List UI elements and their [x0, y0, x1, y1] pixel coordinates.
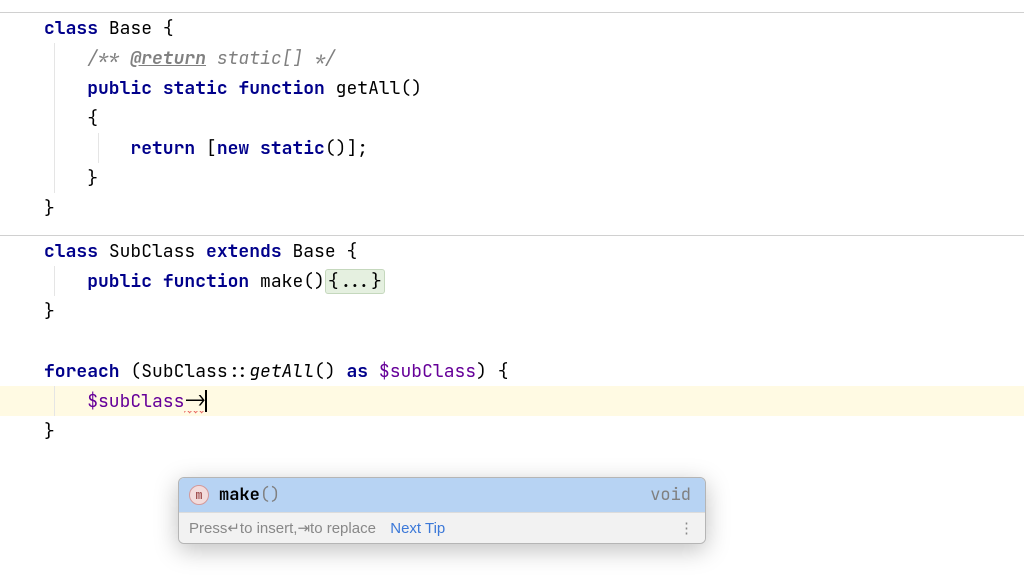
- paren: ) {: [476, 360, 508, 383]
- keyword: return: [130, 137, 195, 160]
- completion-footer: Press ↵ to insert, ⇥ to replace Next Tip…: [179, 512, 705, 543]
- code-fold[interactable]: {...}: [325, 269, 385, 294]
- doc-tag: @return: [130, 47, 206, 70]
- code-editor[interactable]: class Base { /** @return static[] */ pub…: [0, 12, 1024, 446]
- scope-op: ::: [228, 360, 250, 383]
- completion-name: make: [219, 484, 260, 506]
- completion-type: void: [650, 484, 691, 506]
- brace: }: [44, 300, 55, 323]
- function-name: getAll: [336, 77, 401, 100]
- method-call: getAll: [249, 360, 314, 383]
- keyword: class: [44, 17, 98, 40]
- indent: [44, 167, 87, 190]
- indent: [44, 137, 130, 160]
- keyword: public: [87, 77, 152, 100]
- enter-key-icon: ↵: [227, 519, 240, 537]
- code-line[interactable]: return [new static()];: [0, 133, 1024, 163]
- indent: [44, 270, 87, 293]
- footer-text: to replace: [310, 520, 376, 537]
- indent: [44, 107, 87, 130]
- next-tip-link[interactable]: Next Tip: [390, 520, 445, 537]
- code-line[interactable]: class SubClass extends Base {: [0, 236, 1024, 266]
- footer-text: Press: [189, 520, 227, 537]
- text: [98, 17, 109, 40]
- keyword: new: [217, 137, 249, 160]
- method-icon: m: [189, 485, 209, 505]
- code-line[interactable]: foreach (SubClass::getAll() as $subClass…: [0, 356, 1024, 386]
- brace: }: [87, 167, 98, 190]
- code-text: ()];: [325, 137, 368, 160]
- code-line[interactable]: }: [0, 416, 1024, 446]
- keyword: function: [238, 77, 324, 100]
- keyword: extends: [206, 240, 282, 263]
- doc-comment: /**: [87, 47, 130, 70]
- class-name: Base: [109, 17, 152, 40]
- parens: (): [400, 77, 422, 100]
- code-line[interactable]: }: [0, 163, 1024, 193]
- indent: [44, 47, 87, 70]
- keyword: as: [346, 360, 368, 383]
- brace: }: [44, 420, 55, 443]
- text-caret: [205, 390, 207, 412]
- paren: (: [120, 360, 142, 383]
- code-line[interactable]: public static function getAll(): [0, 73, 1024, 103]
- bracket: [: [195, 137, 217, 160]
- code-line[interactable]: public function make(){...}: [0, 266, 1024, 296]
- tab-key-icon: ⇥: [297, 519, 310, 537]
- code-line[interactable]: {: [0, 103, 1024, 133]
- arrow-op: ->: [184, 389, 206, 414]
- code-line-active[interactable]: $subClass->: [0, 386, 1024, 416]
- keyword: static: [260, 137, 325, 160]
- parens: (): [314, 360, 336, 383]
- completion-item[interactable]: m make() void: [179, 478, 705, 512]
- keyword: public: [87, 270, 152, 293]
- more-icon[interactable]: ⋮: [679, 519, 695, 537]
- class-name: Base: [292, 240, 335, 263]
- variable: $subClass: [379, 360, 476, 383]
- class-name: SubClass: [109, 240, 195, 263]
- completion-args: (): [260, 484, 280, 506]
- variable: $subClass: [87, 390, 184, 413]
- class-name: SubClass: [141, 360, 227, 383]
- parens: (): [303, 270, 325, 293]
- function-name: make: [260, 270, 303, 293]
- keyword: foreach: [44, 360, 120, 383]
- footer-text: to insert,: [240, 520, 298, 537]
- brace: }: [44, 197, 55, 220]
- brace: {: [87, 107, 98, 130]
- indent: [44, 77, 87, 100]
- brace: {: [152, 17, 174, 40]
- code-line[interactable]: }: [0, 296, 1024, 326]
- doc-comment: static[] */: [206, 47, 336, 70]
- code-line[interactable]: }: [0, 193, 1024, 223]
- keyword: function: [163, 270, 249, 293]
- keyword: class: [44, 240, 98, 263]
- code-line[interactable]: /** @return static[] */: [0, 43, 1024, 73]
- keyword: static: [163, 77, 228, 100]
- brace: {: [336, 240, 358, 263]
- indent: [44, 390, 87, 413]
- completion-popup: m make() void Press ↵ to insert, ⇥ to re…: [178, 477, 706, 544]
- code-line[interactable]: class Base {: [0, 13, 1024, 43]
